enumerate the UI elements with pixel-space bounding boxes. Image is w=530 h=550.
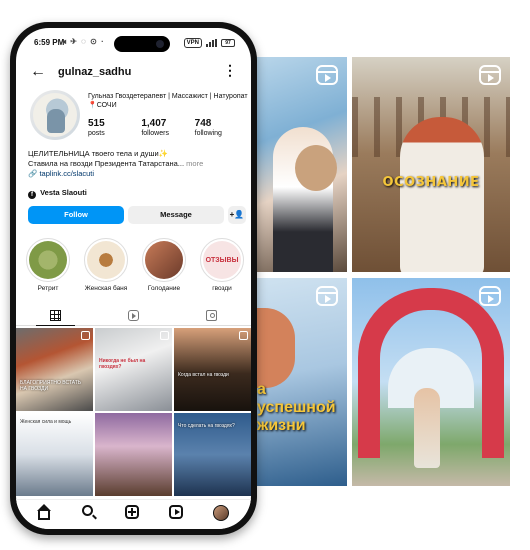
status-right: VPN 97 <box>183 38 235 48</box>
post-caption: Когда встал на гвозди <box>178 372 229 378</box>
tab-grid[interactable] <box>16 306 94 326</box>
reels-icon <box>316 65 338 85</box>
status-time: 6:59 PM <box>34 38 65 47</box>
notification-icons: ◂ ✈ ◌ ⊙ · <box>62 37 105 46</box>
profile-header: ← gulnaz_sadhu ⋮ <box>16 62 251 84</box>
posts-grid: БЛАГОПРИЯТНО ВСТАТЬ НА ГВОЗДИ Никогда не… <box>16 328 251 498</box>
highlight-retreat[interactable]: Ретрит <box>24 238 72 292</box>
bio-line-2: Ставила на гвозди Президента Татарстана.… <box>28 158 185 168</box>
tagged-icon <box>206 310 218 321</box>
stat-followers[interactable]: 1,407 followers <box>141 118 194 137</box>
phone-frame: 6:59 PM ◂ ✈ ◌ ⊙ · VPN 97 ← gulnaz_sadhu … <box>10 22 257 535</box>
status-bar: 6:59 PM ◂ ✈ ◌ ⊙ · VPN 97 <box>16 37 251 51</box>
tile-figure <box>414 388 440 468</box>
nav-search[interactable] <box>81 504 98 521</box>
profile-link[interactable]: 🔗 taplink.cc/slacuti <box>28 169 94 178</box>
nav-reels[interactable] <box>169 504 185 521</box>
avatar[interactable] <box>30 90 80 140</box>
reels-icon <box>479 65 501 85</box>
search-icon <box>81 504 93 516</box>
tab-tagged[interactable] <box>173 306 251 325</box>
bio-more-link[interactable]: more <box>186 159 203 168</box>
add-post-icon <box>125 504 140 519</box>
profile-bio: ЦЕЛИТЕЛЬНИЦА твоего тела и души✨ Ставила… <box>28 149 242 168</box>
followers-label: followers <box>141 130 169 137</box>
post-caption: Никогда не был на гвоздях? <box>99 358 146 370</box>
highlight-cover <box>87 241 125 279</box>
story-highlights: Ретрит Женская баня Голодание ОТЗЫВЫ гво… <box>24 238 251 298</box>
back-arrow-icon[interactable]: ← <box>30 64 46 80</box>
battery-icon: 97 <box>221 39 235 47</box>
add-user-button[interactable]: +👤 <box>228 206 246 224</box>
posts-label: posts <box>88 130 105 137</box>
post-caption: Что сделать на гвоздях? <box>178 423 235 429</box>
post-thumbnail[interactable]: БЛАГОПРИЯТНО ВСТАТЬ НА ГВОЗДИ <box>16 328 93 411</box>
stat-following[interactable]: 748 following <box>195 118 248 137</box>
reels-icon <box>127 310 139 321</box>
facebook-name: Vesta Slaouti <box>40 188 87 197</box>
profile-link-text: taplink.cc/slacuti <box>39 169 95 178</box>
following-count: 748 <box>194 118 212 129</box>
tile-caption: ОСОЗНАНИЕ <box>382 175 480 190</box>
post-caption: БЛАГОПРИЯТНО ВСТАТЬ НА ГВОЗДИ <box>20 380 82 392</box>
phone-screen: 6:59 PM ◂ ✈ ◌ ⊙ · VPN 97 ← gulnaz_sadhu … <box>16 28 251 529</box>
signal-icon <box>206 39 217 47</box>
grid-icon <box>49 310 61 321</box>
highlight-bath[interactable]: Женская баня <box>82 238 130 292</box>
reels-icon <box>316 286 338 306</box>
post-thumbnail[interactable]: Никогда не был на гвоздях? <box>95 328 172 411</box>
post-thumbnail[interactable]: Когда встал на гвозди <box>174 328 251 411</box>
post-thumbnail[interactable] <box>95 413 172 496</box>
reel-tile-3[interactable]: а успешной жизни <box>255 278 347 486</box>
reels-icon <box>160 331 169 340</box>
follow-button[interactable]: Follow <box>28 206 124 224</box>
reels-icon <box>169 504 184 519</box>
reels-icon <box>239 331 248 340</box>
vpn-badge: VPN <box>183 38 202 48</box>
highlight-label: Голодание <box>147 285 181 292</box>
post-thumbnail[interactable]: Что сделать на гвоздях? <box>174 413 251 496</box>
tile-caption: а успешной жизни <box>257 381 336 434</box>
highlight-label: Женская баня <box>84 285 128 292</box>
highlight-label: Ретрит <box>37 285 59 292</box>
highlight-cover <box>145 241 183 279</box>
posts-count: 515 <box>88 118 105 129</box>
highlight-fasting[interactable]: Голодание <box>140 238 188 292</box>
highlight-cover <box>29 241 67 279</box>
post-thumbnail[interactable]: Женская сила и мощь <box>16 413 93 496</box>
highlight-label: гвозди <box>212 285 232 292</box>
highlight-cover-text: ОТЗЫВЫ <box>203 241 241 279</box>
profile-tabs <box>16 306 251 326</box>
profile-username: gulnaz_sadhu <box>58 66 132 78</box>
highlight-nails[interactable]: ОТЗЫВЫ гвозди <box>198 238 246 292</box>
tile-figure-head <box>295 145 337 191</box>
tile-figure <box>400 117 484 272</box>
bio-line-1: ЦЕЛИТЕЛЬНИЦА твоего тела и души✨ <box>28 149 169 158</box>
tile-figure <box>255 308 295 388</box>
reel-tile-1[interactable] <box>255 57 347 272</box>
following-label: following <box>194 130 222 137</box>
nav-profile[interactable] <box>213 504 230 521</box>
profile-stats: 515 posts 1,407 followers 748 following <box>88 118 248 137</box>
message-button[interactable]: Message <box>128 206 224 224</box>
reel-tile-2[interactable]: ОСОЗНАНИЕ <box>352 57 510 272</box>
reels-icon <box>81 331 90 340</box>
more-options-icon[interactable]: ⋮ <box>223 63 237 77</box>
tab-reels[interactable] <box>94 306 172 325</box>
link-icon: 🔗 <box>28 169 38 178</box>
profile-avatar-icon <box>213 504 230 521</box>
facebook-icon: f <box>28 191 36 199</box>
profile-name-category: Гульназ Гвоздетерапевт | Массажист | Нат… <box>88 93 248 109</box>
home-icon <box>36 503 51 520</box>
reels-icon <box>479 286 501 306</box>
nav-home[interactable] <box>36 503 54 521</box>
stat-posts[interactable]: 515 posts <box>88 118 141 137</box>
post-caption: Женская сила и мощь <box>20 419 72 425</box>
reel-tile-4[interactable] <box>352 278 510 486</box>
bottom-nav <box>16 499 251 529</box>
followers-count: 1,407 <box>141 118 167 129</box>
nav-create[interactable] <box>125 504 141 521</box>
facebook-link[interactable]: f Vesta Slaouti <box>28 188 87 199</box>
